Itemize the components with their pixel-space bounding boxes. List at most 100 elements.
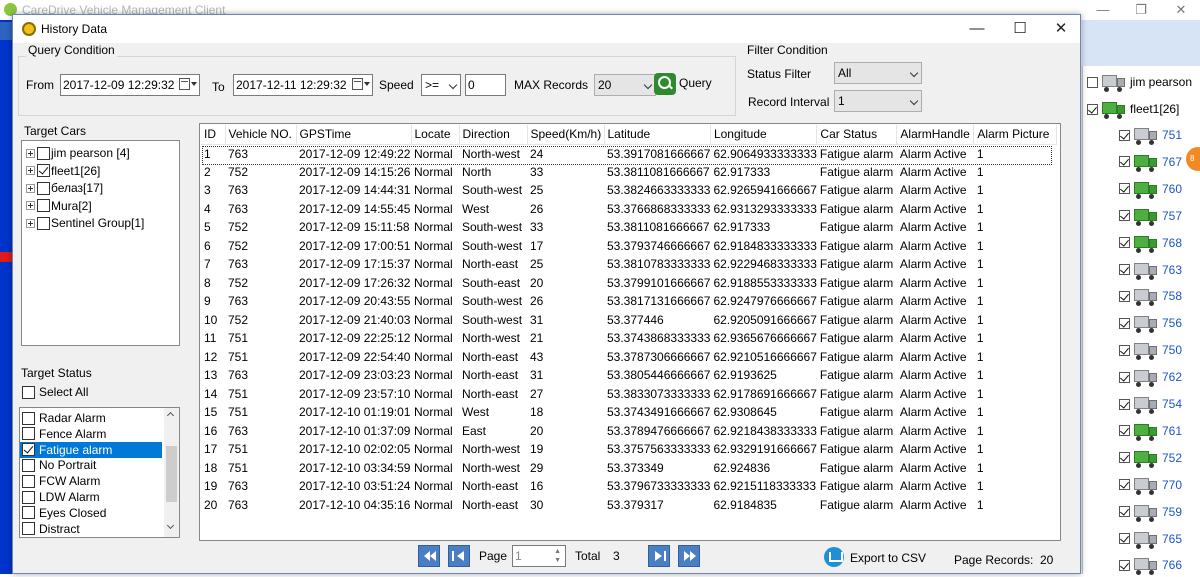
last-page-button[interactable] xyxy=(678,545,700,567)
checkbox[interactable] xyxy=(22,385,35,399)
checkbox[interactable] xyxy=(1119,183,1130,195)
prev-page-button[interactable] xyxy=(448,545,470,567)
unit-item[interactable]: 752 xyxy=(1119,446,1182,470)
table-row[interactable]: 3 763 2017-12-09 14:44:31 Normal South-west 2… xyxy=(201,181,1057,200)
unit-item[interactable]: 761 xyxy=(1119,419,1182,443)
app-close-button[interactable]: ✕ xyxy=(1166,1,1196,18)
calendar-dropdown-icon[interactable] xyxy=(352,78,370,92)
status-list-item[interactable]: No Portrait xyxy=(20,457,162,473)
checkbox[interactable] xyxy=(37,216,50,230)
unit-item[interactable]: 758 xyxy=(1119,284,1182,308)
status-list-scrollbar[interactable] xyxy=(164,408,179,537)
app-restore-button[interactable]: ❐ xyxy=(1126,1,1156,18)
target-car-item[interactable]: Mura[2] xyxy=(26,198,92,214)
table-row[interactable]: 17 751 2017-12-10 02:02:05 Normal North-west… xyxy=(201,440,1057,459)
checkbox[interactable] xyxy=(37,199,50,212)
table-row[interactable]: 16 763 2017-12-10 01:37:09 Normal East 20 53.3… xyxy=(201,422,1057,441)
column-header[interactable]: ID xyxy=(201,125,226,145)
max-records-select[interactable]: 20 xyxy=(594,74,656,96)
next-page-button[interactable] xyxy=(648,545,670,567)
unit-item[interactable]: 766 xyxy=(1119,553,1182,577)
dialog-maximize-button[interactable]: ☐ xyxy=(1003,18,1037,40)
checkbox[interactable] xyxy=(1119,264,1130,275)
unit-item[interactable]: 750 xyxy=(1119,338,1182,362)
table-row[interactable]: 11 751 2017-12-09 22:25:12 Normal North-west… xyxy=(201,329,1057,348)
checkbox[interactable] xyxy=(1119,290,1130,302)
unit-item[interactable]: 767 xyxy=(1119,150,1182,174)
expand-icon[interactable] xyxy=(26,183,35,193)
checkbox[interactable] xyxy=(1119,156,1130,168)
table-row[interactable]: 5 752 2017-12-09 15:11:58 Normal South-west 3… xyxy=(201,218,1057,237)
checkbox[interactable] xyxy=(37,181,50,195)
expand-icon[interactable] xyxy=(26,218,35,228)
table-row[interactable]: 2 752 2017-12-09 14:15:26 Normal North 33 53.3… xyxy=(201,163,1057,182)
expand-icon[interactable] xyxy=(26,201,35,210)
column-header[interactable]: Latitude xyxy=(604,125,711,145)
table-row[interactable]: 18 751 2017-12-10 03:34:59 Normal North-west… xyxy=(201,459,1057,478)
table-row[interactable]: 8 752 2017-12-09 17:26:32 Normal South-east 2… xyxy=(201,274,1057,293)
checkbox[interactable] xyxy=(1119,398,1130,410)
checkbox[interactable] xyxy=(1119,237,1130,249)
target-car-item[interactable]: белаз[17] xyxy=(26,180,103,196)
target-car-item[interactable]: Sentinel Group[1] xyxy=(26,215,144,231)
unit-item[interactable]: 762 xyxy=(1119,365,1182,389)
column-header[interactable]: Vehicle NO. xyxy=(225,125,297,145)
expand-icon[interactable] xyxy=(26,166,35,175)
table-row[interactable]: 15 751 2017-12-10 01:19:01 Normal West 18 53.3… xyxy=(201,403,1057,422)
column-header[interactable]: AlarmHandle xyxy=(896,125,975,145)
unit-item[interactable]: 760 xyxy=(1119,177,1182,201)
table-row[interactable]: 13 763 2017-12-09 23:03:23 Normal North-east… xyxy=(201,366,1057,385)
checkbox[interactable] xyxy=(22,411,35,425)
table-row[interactable]: 4 763 2017-12-09 14:55:45 Normal West 26 53.37… xyxy=(201,200,1057,219)
checkbox[interactable] xyxy=(22,427,35,441)
column-header[interactable]: Car Status xyxy=(816,125,898,145)
dialog-close-button[interactable]: ✕ xyxy=(1044,18,1078,40)
checkbox[interactable] xyxy=(22,490,35,504)
checkbox[interactable] xyxy=(22,458,35,472)
chevron-up-icon[interactable] xyxy=(166,411,175,420)
checkbox[interactable] xyxy=(1119,344,1130,356)
status-list-item[interactable]: Eyes Closed xyxy=(20,505,162,521)
checkbox[interactable] xyxy=(1119,479,1130,491)
status-list-item[interactable]: Fence Alarm xyxy=(20,426,162,442)
column-header[interactable]: Direction xyxy=(459,125,528,145)
expand-icon[interactable] xyxy=(26,148,35,158)
table-row[interactable]: 10 752 2017-12-09 21:40:03 Normal South-west… xyxy=(201,311,1057,330)
app-minimize-button[interactable]: — xyxy=(1088,1,1118,18)
column-header[interactable]: GPSTime xyxy=(296,125,412,145)
record-interval-select[interactable]: 1 xyxy=(834,90,922,112)
status-list-item[interactable]: Fatigue alarm xyxy=(20,441,162,458)
unit-item[interactable]: 751 xyxy=(1119,123,1182,147)
column-header[interactable]: Locate xyxy=(411,125,460,145)
unit-item[interactable]: 763 xyxy=(1119,258,1182,282)
unit-item[interactable]: 754 xyxy=(1119,392,1182,416)
unit-item[interactable]: 770 xyxy=(1119,473,1182,497)
checkbox[interactable] xyxy=(1087,103,1098,115)
status-list-item[interactable]: Radar Alarm xyxy=(20,410,162,426)
scroll-thumb[interactable] xyxy=(166,446,177,502)
column-header[interactable]: Speed(Km/h) xyxy=(527,125,605,145)
unit-item[interactable]: 756 xyxy=(1119,311,1182,335)
table-row[interactable]: 19 763 2017-12-10 03:51:24 Normal North-east… xyxy=(201,477,1057,496)
tree-item-jim-pearson[interactable]: jim pearson xyxy=(1087,70,1192,94)
status-filter-select[interactable]: All xyxy=(834,62,922,84)
column-header[interactable]: Alarm Picture xyxy=(973,125,1058,145)
checkbox[interactable] xyxy=(1119,559,1130,571)
checkbox[interactable] xyxy=(37,164,50,177)
select-all-checkbox[interactable]: Select All xyxy=(22,384,88,400)
checkbox[interactable] xyxy=(1119,317,1130,329)
table-row[interactable]: 14 751 2017-12-09 23:57:10 Normal North-east… xyxy=(201,385,1057,404)
unit-item[interactable]: 768 xyxy=(1119,231,1182,255)
checkbox[interactable] xyxy=(1087,76,1098,88)
checkbox[interactable] xyxy=(1119,210,1130,222)
export-icon[interactable] xyxy=(824,547,844,567)
speed-value-input[interactable]: 0 xyxy=(465,74,506,96)
table-row[interactable]: 20 763 2017-12-10 04:35:16 Normal North-east… xyxy=(201,496,1057,515)
table-row[interactable]: 6 752 2017-12-09 17:00:51 Normal South-west 1… xyxy=(201,237,1057,256)
checkbox[interactable] xyxy=(1119,425,1130,437)
checkbox[interactable] xyxy=(22,443,35,457)
target-car-item[interactable]: fleet1[26] xyxy=(26,163,100,179)
checkbox[interactable] xyxy=(1119,533,1130,544)
first-page-button[interactable] xyxy=(418,545,440,567)
checkbox[interactable] xyxy=(1119,506,1130,518)
